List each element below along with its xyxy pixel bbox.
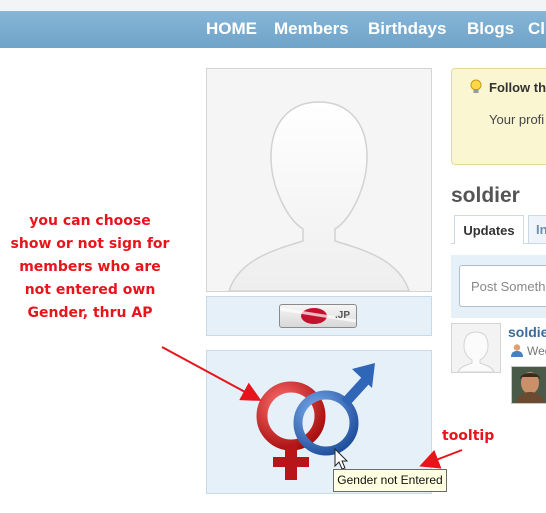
annotation-line: Gender, thru AP bbox=[27, 305, 153, 321]
gender-tooltip: Gender not Entered bbox=[333, 469, 447, 492]
default-avatar-small-icon bbox=[457, 331, 495, 373]
profile-username: soldier bbox=[451, 184, 520, 207]
top-strip bbox=[0, 0, 546, 11]
post-input[interactable]: Post Somethi bbox=[459, 265, 546, 307]
flag-country-code: .JP bbox=[334, 310, 350, 321]
annotation-line: you can choose bbox=[29, 213, 151, 229]
default-avatar-icon bbox=[227, 101, 411, 292]
annotation-line: show or not sign for bbox=[10, 236, 170, 252]
nav-classifieds[interactable]: Cl bbox=[528, 19, 545, 39]
profile-avatar[interactable] bbox=[206, 68, 432, 292]
user-icon bbox=[511, 344, 523, 357]
lightbulb-icon bbox=[470, 79, 482, 93]
tab-info[interactable]: In bbox=[528, 215, 546, 243]
nav-members[interactable]: Members bbox=[274, 19, 349, 39]
annotation-line: not entered own bbox=[24, 282, 156, 298]
feed-photo-thumbnail[interactable] bbox=[511, 366, 546, 404]
follow-text: Your profi bbox=[489, 112, 545, 127]
feed-username[interactable]: soldie bbox=[508, 324, 546, 340]
tab-updates[interactable]: Updates bbox=[454, 215, 524, 244]
person-photo-icon bbox=[512, 367, 546, 403]
nav-blogs[interactable]: Blogs bbox=[467, 19, 514, 39]
follow-title: Follow th bbox=[489, 80, 546, 95]
nav-bar bbox=[0, 11, 546, 48]
tooltip-annotation: tooltip bbox=[442, 428, 495, 444]
nav-birthdays[interactable]: Birthdays bbox=[368, 19, 446, 39]
annotation-line: members who are bbox=[19, 259, 161, 275]
nav-home[interactable]: HOME bbox=[206, 19, 257, 39]
feed-avatar[interactable] bbox=[451, 323, 501, 373]
feed-date: Wed bbox=[527, 344, 546, 358]
japan-flag-badge: .JP bbox=[279, 304, 357, 328]
